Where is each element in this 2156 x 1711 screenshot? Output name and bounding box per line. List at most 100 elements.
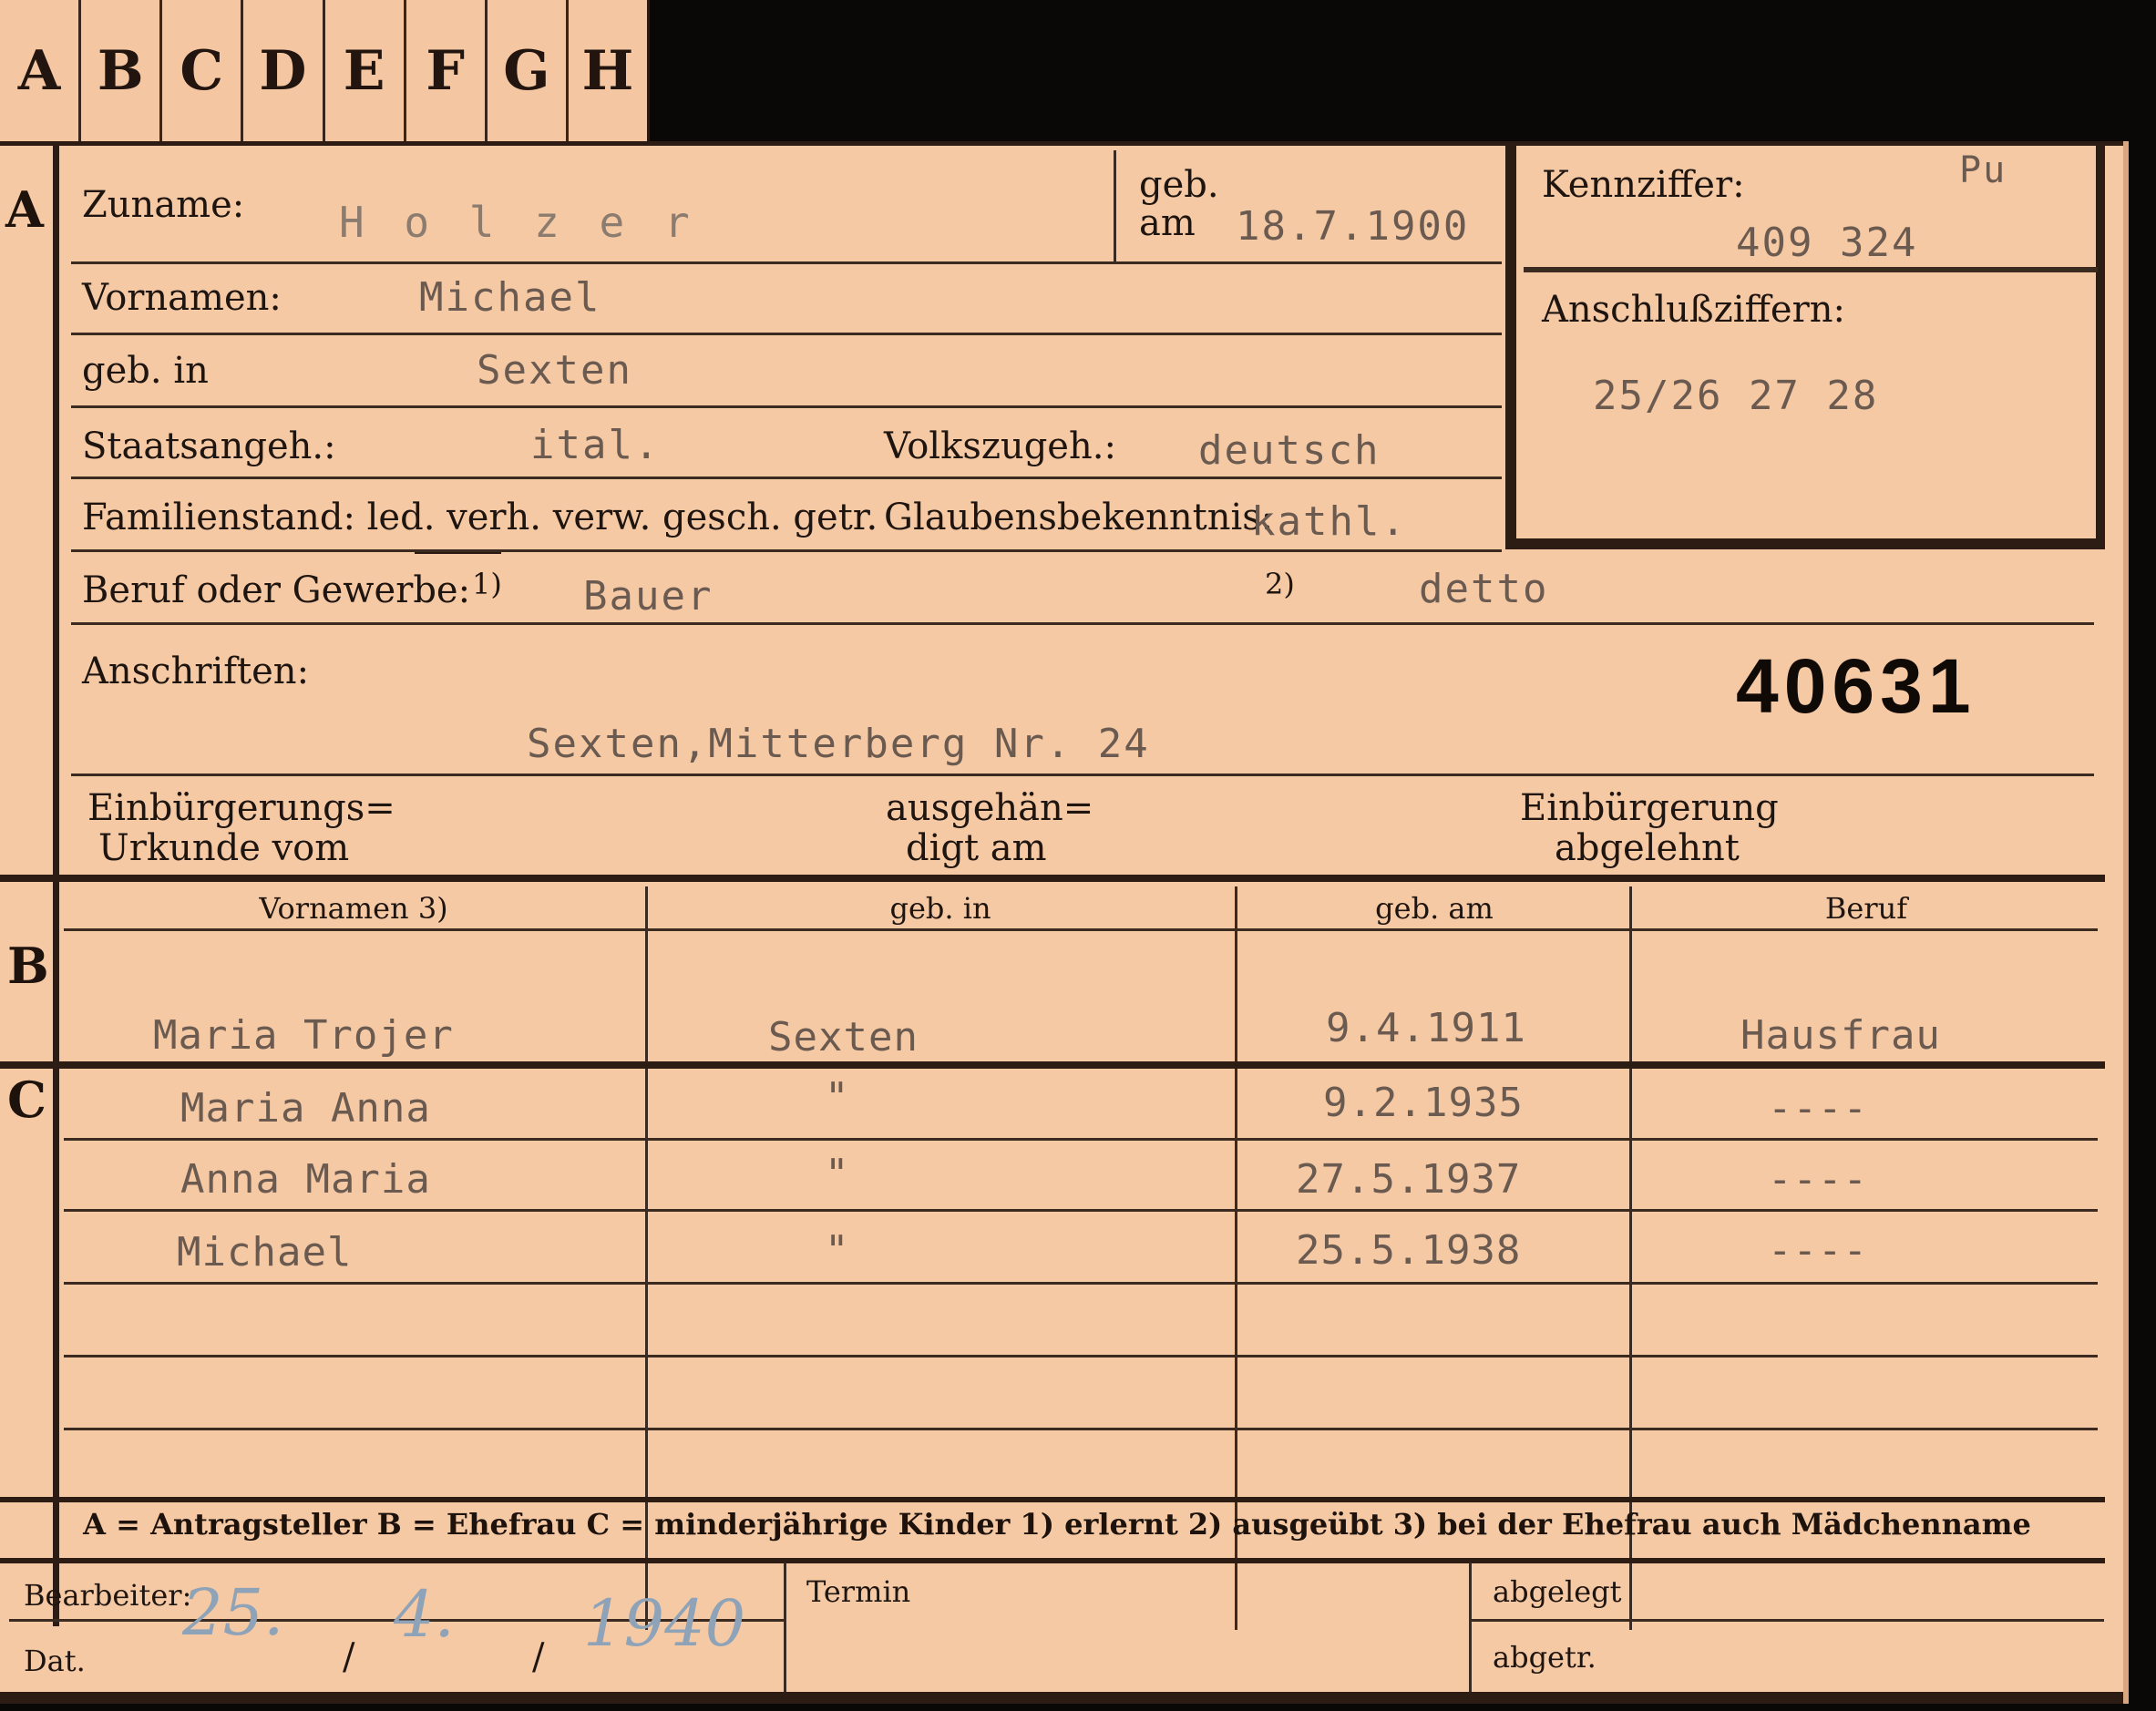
ausgehaendigt-label-1: ausgehän= <box>886 787 1094 829</box>
footer-divider <box>784 1562 786 1699</box>
section-a-marker: A <box>5 180 44 239</box>
termin-label: Termin <box>806 1574 911 1609</box>
einbuergerungs-label-1: Einbürgerungs= <box>87 787 395 829</box>
staatsangeh-value: ital. <box>530 422 661 468</box>
staatsangeh-label: Staatsangeh.: <box>82 425 336 467</box>
child-1-birthplace: " <box>825 1074 850 1121</box>
abgetr-label: abgetr. <box>1493 1640 1596 1675</box>
section-c-marker: C <box>7 1071 46 1129</box>
legend-top-border <box>0 1497 2105 1502</box>
row-line <box>71 405 1502 408</box>
section-divider-vertical <box>53 146 59 875</box>
spouse-name: Maria Trojer <box>153 1012 454 1059</box>
dat-label: Dat. <box>24 1644 86 1678</box>
vornamen-label: Vornamen: <box>82 277 282 319</box>
child-3-name: Michael <box>177 1229 353 1276</box>
row-line <box>71 549 1502 552</box>
child-1-name: Maria Anna <box>180 1085 431 1132</box>
tab-d: D <box>243 0 325 141</box>
tab-f: F <box>406 0 488 141</box>
footer-divider <box>1469 1562 1472 1699</box>
kennziffer-label: Kennziffer: <box>1542 164 1745 206</box>
einbuergerungs-label-2: Urkunde vom <box>98 827 350 869</box>
child-3-birthdate: 25.5.1938 <box>1296 1227 1522 1274</box>
table-row-line <box>64 1209 2098 1212</box>
kennziffer-box-left <box>1505 146 1516 547</box>
tab-c: C <box>162 0 244 141</box>
legend-bottom-border <box>0 1558 2105 1563</box>
col-header-beruf: Beruf <box>1824 891 1908 926</box>
section-a-bottom-border <box>0 875 2105 882</box>
kennziffer-value: 409 324 <box>1736 220 1918 266</box>
index-tabs: A B C D E F G H <box>0 0 650 141</box>
geb-in-label: geb. in <box>82 350 209 392</box>
geb-divider <box>1114 150 1116 261</box>
child-3-birthplace: " <box>825 1227 850 1274</box>
child-1-occupation: ---- <box>1768 1085 1868 1132</box>
legend: A = Antragsteller B = Ehefrau C = minder… <box>83 1507 2031 1542</box>
section-b-bottom-border <box>0 1061 2105 1069</box>
anschriften-label: Anschriften: <box>82 651 310 692</box>
zuname-label: Zuname: <box>82 184 245 226</box>
bearbeiter-label: Bearbeiter: <box>24 1578 192 1613</box>
familienstand-label: Familienstand: led. verh. verw. gesch. g… <box>82 497 878 538</box>
child-3-occupation: ---- <box>1768 1227 1868 1274</box>
geb-in-value: Sexten <box>477 347 632 394</box>
beruf-footnote-1: 1) <box>472 567 502 601</box>
table-row-line <box>64 1138 2098 1141</box>
vornamen-value: Michael <box>419 274 601 321</box>
row-line <box>71 622 2094 625</box>
tab-g: G <box>488 0 569 141</box>
registration-card: A B C Kennziffer: Pu 409 324 Anschlußzif… <box>0 141 2129 1704</box>
tab-b: B <box>81 0 163 141</box>
beruf-footnote-2: 2) <box>1265 567 1295 601</box>
glaubensbekenntnis-label: Glaubensbekenntnis: <box>884 497 1274 538</box>
tab-h: H <box>581 38 634 103</box>
am-label: am <box>1139 202 1196 244</box>
geb-label: geb. <box>1139 164 1219 206</box>
volkszugeh-label: Volkszugeh.: <box>884 425 1116 467</box>
footer-line <box>1471 1619 2104 1622</box>
child-1-birthdate: 9.2.1935 <box>1323 1080 1524 1126</box>
date-separator: / <box>343 1636 355 1678</box>
handwritten-day: 25. <box>182 1575 284 1650</box>
tab-e: E <box>325 0 406 141</box>
ausgehaendigt-label-2: digt am <box>906 827 1047 869</box>
abgelegt-label: abgelegt <box>1493 1574 1622 1609</box>
child-2-birthplace: " <box>825 1151 850 1197</box>
section-b-marker: B <box>7 937 49 995</box>
beruf-ausgeuebt-value: detto <box>1419 566 1549 612</box>
table-row-line <box>64 1428 2098 1430</box>
zuname-value: H o l z e r <box>339 198 697 247</box>
header-line <box>64 928 2098 931</box>
file-number-stamp: 40631 <box>1736 643 1976 729</box>
anschlussziffern-label: Anschlußziffern: <box>1542 289 1845 331</box>
anschlussziffern-value: 25/26 27 28 <box>1593 373 1879 419</box>
volkszugeh-value: deutsch <box>1198 427 1381 474</box>
child-2-occupation: ---- <box>1768 1156 1868 1203</box>
kennziffer-box-bottom <box>1505 538 2105 549</box>
bottom-border <box>0 1692 2123 1704</box>
handwritten-month: 4. <box>394 1577 455 1652</box>
table-row-line <box>64 1355 2098 1358</box>
spouse-occupation: Hausfrau <box>1740 1012 1941 1059</box>
anschrift-value: Sexten,Mitterberg Nr. 24 <box>527 721 1150 767</box>
abgelehnt-label-2: abgelehnt <box>1555 827 1740 869</box>
child-2-birthdate: 27.5.1937 <box>1296 1156 1522 1203</box>
date-separator: / <box>532 1636 545 1678</box>
spouse-birthplace: Sexten <box>768 1014 919 1060</box>
col-header-geb-am: geb. am <box>1375 891 1494 926</box>
spouse-birthdate: 9.4.1911 <box>1326 1005 1526 1051</box>
col-header-vornamen: Vornamen 3) <box>259 891 448 926</box>
top-border <box>0 141 2123 146</box>
beruf-value: Bauer <box>583 573 714 620</box>
birth-date-value: 18.7.1900 <box>1236 203 1470 250</box>
row-line <box>71 333 1502 335</box>
beruf-label: Beruf oder Gewerbe: <box>82 569 471 611</box>
col-header-geb-in: geb. in <box>889 891 991 926</box>
glaubensbekenntnis-value: kathl. <box>1251 498 1407 545</box>
kennziffer-divider <box>1524 267 2098 272</box>
handwritten-year: 1940 <box>583 1586 746 1661</box>
row-line <box>71 774 2094 776</box>
row-line <box>71 261 1502 264</box>
